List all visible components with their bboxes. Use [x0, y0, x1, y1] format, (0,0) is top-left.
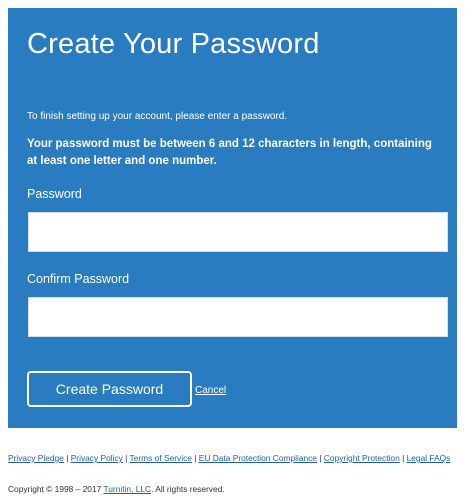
password-rules-text: Your password must be between 6 and 12 c… — [27, 138, 432, 167]
footer-links: Privacy Pledge | Privacy Policy | Terms … — [8, 452, 458, 465]
footer-separator: | — [125, 453, 128, 463]
intro-text: To finish setting up your account, pleas… — [27, 111, 288, 122]
turnitin-link[interactable]: Turnitin, LLC — [103, 484, 151, 494]
copyright-prefix: Copyright © 1998 – 2017 — [8, 484, 102, 494]
legal-faqs-link[interactable]: Legal FAQs — [407, 453, 451, 463]
password-field[interactable] — [28, 212, 448, 252]
page: Create Your Password To finish setting u… — [0, 0, 465, 496]
create-password-button[interactable]: Create Password — [27, 371, 192, 407]
footer-separator: | — [319, 453, 322, 463]
footer-separator: | — [194, 453, 197, 463]
copyright-suffix: . All rights reserved. — [151, 484, 225, 494]
privacy-policy-link[interactable]: Privacy Policy — [71, 453, 123, 463]
copyright-protection-link[interactable]: Copyright Protection — [324, 453, 400, 463]
confirm-password-label: Confirm Password — [27, 272, 130, 286]
eu-data-protection-link[interactable]: EU Data Protection Compliance — [199, 453, 317, 463]
create-password-panel: Create Your Password To finish setting u… — [8, 8, 457, 428]
password-label: Password — [27, 187, 82, 201]
copyright-notice: Copyright © 1998 – 2017 Turnitin, LLC. A… — [8, 484, 225, 494]
cancel-link[interactable]: Cancel — [195, 385, 226, 396]
page-title: Create Your Password — [27, 28, 320, 60]
terms-of-service-link[interactable]: Terms of Service — [130, 453, 192, 463]
footer-separator: | — [402, 453, 405, 463]
footer-separator: | — [66, 453, 69, 463]
confirm-password-field[interactable] — [28, 297, 448, 337]
privacy-pledge-link[interactable]: Privacy Pledge — [8, 453, 64, 463]
